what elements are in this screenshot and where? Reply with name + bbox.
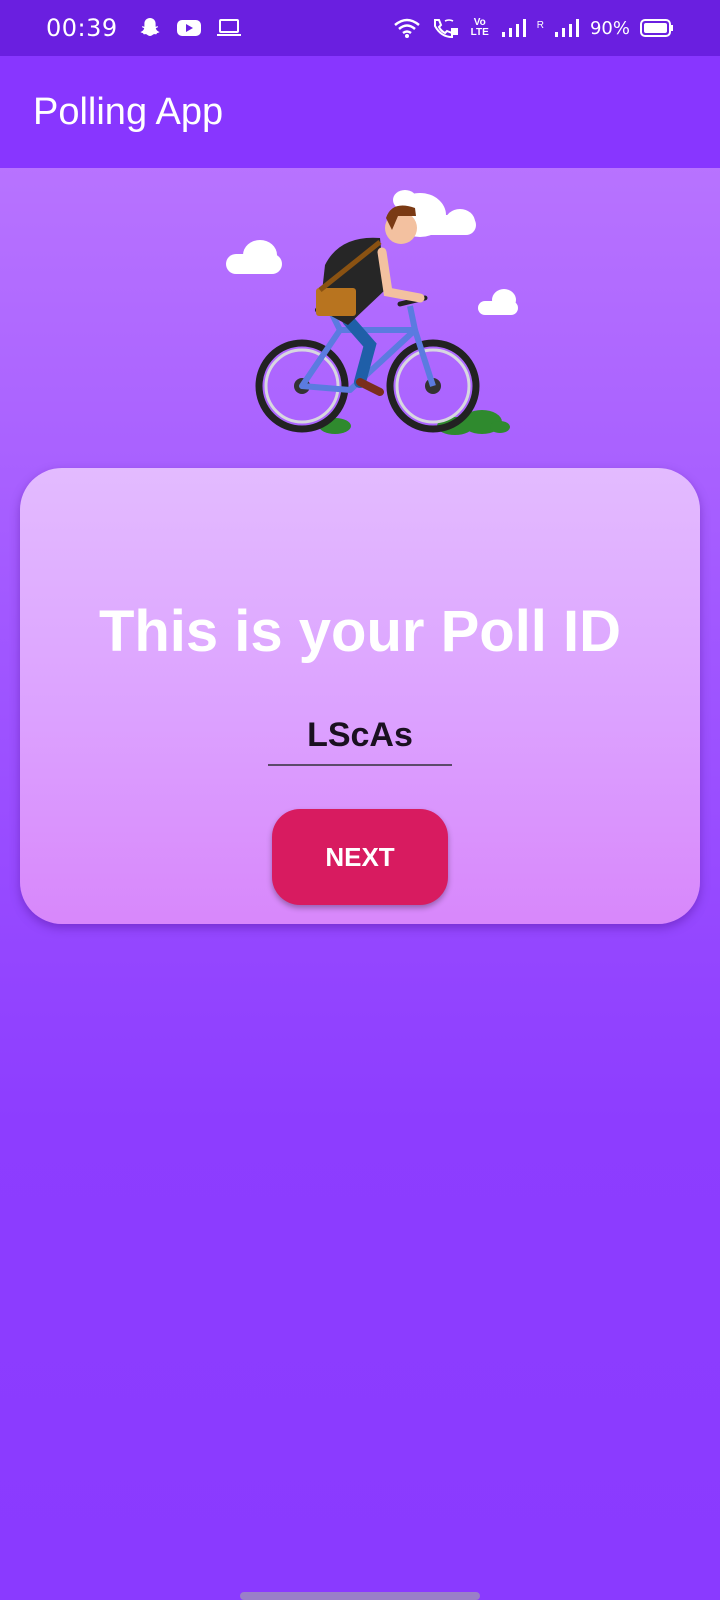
snapchat-icon	[140, 18, 160, 36]
home-indicator[interactable]	[240, 1592, 480, 1600]
status-bar: 00:39 Vo LTE R 90%	[0, 0, 720, 56]
volte-icon: Vo LTE	[470, 17, 489, 38]
wifi-icon	[393, 18, 420, 38]
signal-roaming-icon	[554, 19, 579, 37]
cloud-icon	[478, 289, 518, 315]
app-bar: Polling App	[0, 56, 720, 168]
notification-icons	[138, 16, 242, 40]
card-heading: This is your Poll ID	[98, 599, 622, 664]
roaming-indicator: R	[536, 20, 544, 31]
poll-id-field[interactable]: LScAs	[268, 716, 452, 766]
cloud-icon	[226, 240, 282, 274]
next-button[interactable]: NEXT	[272, 809, 448, 905]
system-icons: Vo LTE R 90%	[393, 17, 674, 39]
battery-percentage: 90%	[589, 17, 630, 39]
laptop-icon	[216, 19, 241, 36]
app-title: Polling App	[33, 90, 224, 133]
poll-id-card: This is your Poll ID LScAs NEXT	[20, 468, 700, 924]
signal-icon	[501, 19, 526, 37]
status-time: 00:39	[46, 14, 118, 42]
battery-icon	[640, 19, 673, 37]
youtube-icon	[176, 20, 201, 36]
cyclist-illustration	[226, 190, 518, 435]
wifi-calling-icon	[433, 19, 458, 39]
